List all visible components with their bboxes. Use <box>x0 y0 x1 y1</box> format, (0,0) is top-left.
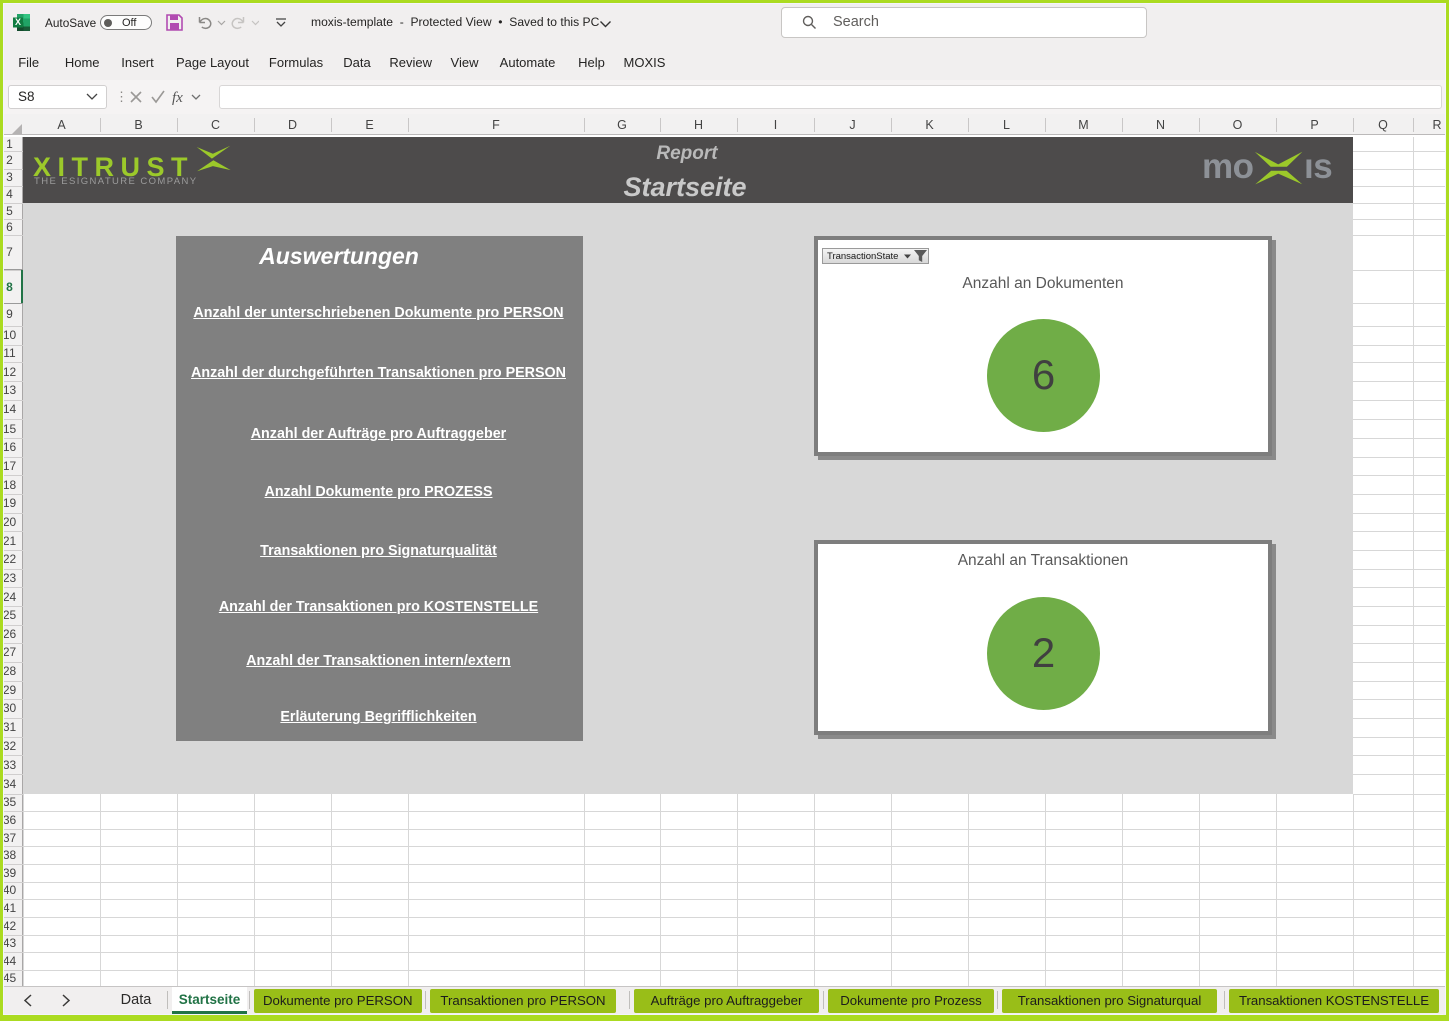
svg-text:fx: fx <box>172 90 183 106</box>
svg-text:X: X <box>15 17 21 27</box>
